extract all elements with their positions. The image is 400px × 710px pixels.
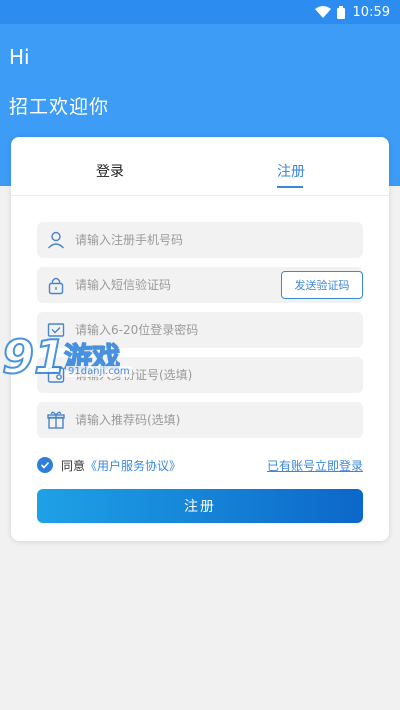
tab-login[interactable]: 登录 xyxy=(96,161,124,181)
service-agreement-link[interactable]: 《用户服务协议》 xyxy=(85,457,181,474)
agreement-prefix: 同意 xyxy=(61,458,86,473)
existing-account-login-link[interactable]: 已有账号立即登录 xyxy=(267,457,363,474)
tab-divider xyxy=(11,195,389,196)
sms-code-field[interactable]: 发送验证码 xyxy=(37,267,363,303)
greeting-text: Hi xyxy=(9,45,30,69)
phone-field[interactable] xyxy=(37,222,363,258)
agreement-row: 同意 《用户服务协议》 已有账号立即登录 xyxy=(37,455,363,475)
gift-icon xyxy=(47,411,65,429)
id-number-field[interactable] xyxy=(37,357,363,393)
phone-input[interactable] xyxy=(75,233,275,247)
id-number-input[interactable] xyxy=(75,368,275,382)
referral-input[interactable] xyxy=(75,413,275,427)
tab-register[interactable]: 注册 xyxy=(277,161,305,181)
wifi-icon xyxy=(314,6,331,18)
status-time: 10:59 xyxy=(352,4,390,20)
status-bar: 10:59 xyxy=(0,0,400,24)
envelope-check-icon xyxy=(47,323,65,337)
lock-icon xyxy=(48,277,64,295)
password-field[interactable] xyxy=(37,312,363,348)
check-icon xyxy=(40,461,50,469)
register-card: 登录 注册 发送验证码 同意 《用户服务协议》 已有账号立即登录 注册 xyxy=(11,137,389,541)
register-button[interactable]: 注册 xyxy=(37,489,363,523)
agreement-checkbox[interactable] xyxy=(37,457,53,473)
user-icon xyxy=(47,231,65,249)
id-card-icon xyxy=(47,367,65,383)
battery-icon xyxy=(336,5,345,19)
referral-field[interactable] xyxy=(37,402,363,438)
welcome-title: 招工欢迎你 xyxy=(9,96,110,118)
password-input[interactable] xyxy=(75,323,275,337)
sms-code-input[interactable] xyxy=(75,278,275,292)
send-code-button[interactable]: 发送验证码 xyxy=(281,271,363,299)
active-tab-indicator xyxy=(277,186,303,188)
